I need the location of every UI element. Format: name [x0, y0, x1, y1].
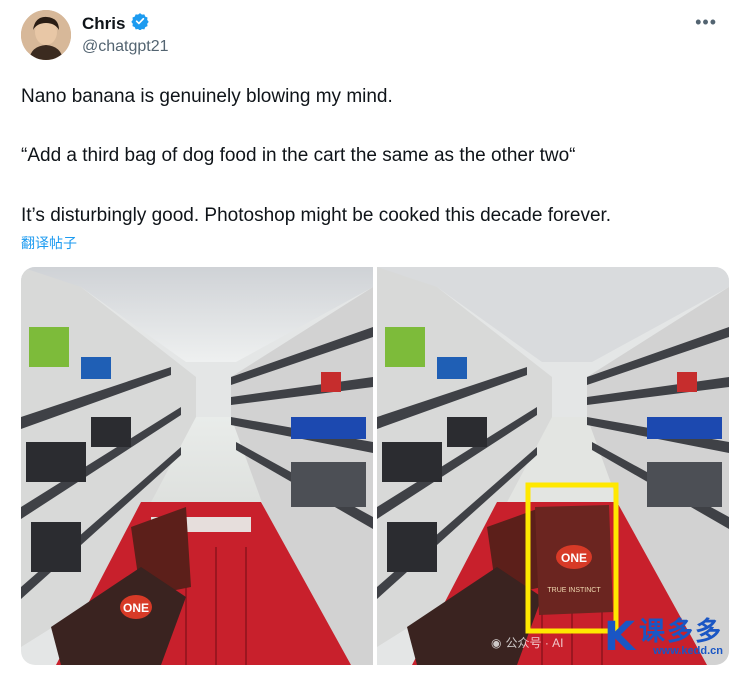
site-watermark: K 课多多 www.kedd.cn [604, 617, 723, 657]
watermark-site-name: 课多多 [638, 616, 723, 646]
added-dog-food-bag: ONE TRUE INSTINCT [535, 505, 613, 615]
author-name-row: Chris [82, 12, 150, 35]
media-image-original[interactable]: ONE [21, 267, 373, 665]
avatar-portrait-icon [21, 10, 71, 60]
tweet-line-1: Nano banana is genuinely blowing my mind… [21, 86, 393, 107]
more-options-icon[interactable]: ••• [695, 12, 717, 33]
wechat-watermark: ◉ 公众号 · AI [491, 634, 564, 651]
wechat-icon: ◉ [491, 635, 502, 650]
watermark-logo-letter: K [603, 614, 635, 660]
wechat-watermark-text: 公众号 · AI [505, 636, 564, 650]
author-handle[interactable]: @chatgpt21 [82, 38, 169, 56]
added-bag-sublabel: TRUE INSTINCT [547, 587, 601, 594]
tweet-media[interactable]: ONE ONE TRUE INSTINCT ◉ 公众号 · AI K 课多多 w… [21, 267, 729, 665]
tweet-line-3: It’s disturbingly good. Photoshop might … [21, 205, 612, 226]
bag-brand-label: ONE [123, 601, 149, 615]
translate-post-link[interactable]: 翻译帖子 [21, 233, 77, 253]
tweet-line-2: “Add a third bag of dog food in the cart… [21, 145, 576, 166]
media-image-edited[interactable]: ONE TRUE INSTINCT [377, 267, 729, 665]
verified-badge-icon [131, 12, 150, 35]
author-name[interactable]: Chris [82, 14, 125, 34]
store-aisle-photo-edited: ONE TRUE INSTINCT [377, 267, 729, 665]
store-aisle-photo: ONE [21, 267, 373, 665]
watermark-site-url: www.kedd.cn [653, 645, 723, 657]
avatar[interactable] [21, 10, 71, 60]
added-bag-brand-label: ONE [561, 551, 587, 565]
